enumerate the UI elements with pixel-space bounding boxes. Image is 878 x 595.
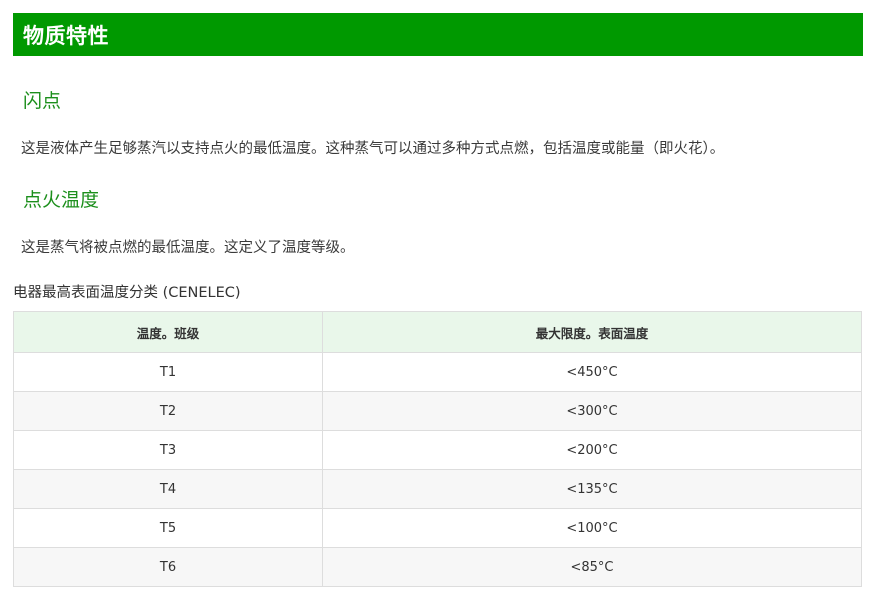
- table-row: T2 <300°C: [13, 391, 862, 431]
- table-header-row: 温度。班级 最大限度。表面温度: [13, 311, 862, 353]
- temperature-class-table: 温度。班级 最大限度。表面温度 T1 <450°C T2 <300°C T3 <…: [13, 311, 862, 587]
- max-temp-cell: <100°C: [322, 508, 862, 548]
- section-header-bar: 物质特性: [13, 13, 863, 56]
- column-header-class: 温度。班级: [13, 311, 323, 353]
- table-row: T3 <200°C: [13, 430, 862, 470]
- table-row: T1 <450°C: [13, 352, 862, 392]
- table-row: T5 <100°C: [13, 508, 862, 548]
- max-temp-cell: <300°C: [322, 391, 862, 431]
- page-title: 物质特性: [23, 23, 109, 48]
- max-temp-cell: <200°C: [322, 430, 862, 470]
- class-cell: T6: [13, 547, 323, 587]
- max-temp-cell: <450°C: [322, 352, 862, 392]
- flash-point-description: 这是液体产生足够蒸汽以支持点火的最低温度。这种蒸气可以通过多种方式点燃，包括温度…: [21, 141, 725, 157]
- max-temp-cell: <85°C: [322, 547, 862, 587]
- class-cell: T2: [13, 391, 323, 431]
- table-row: T6 <85°C: [13, 547, 862, 587]
- ignition-temperature-heading: 点火温度: [23, 189, 100, 211]
- max-temp-cell: <135°C: [322, 469, 862, 509]
- class-cell: T4: [13, 469, 323, 509]
- flash-point-heading: 闪点: [23, 90, 62, 112]
- class-cell: T3: [13, 430, 323, 470]
- table-caption: 电器最高表面温度分类 (CENELEC): [13, 285, 241, 301]
- class-cell: T5: [13, 508, 323, 548]
- table-row: T4 <135°C: [13, 469, 862, 509]
- ignition-temperature-description: 这是蒸气将被点燃的最低温度。这定义了温度等级。: [21, 240, 355, 256]
- class-cell: T1: [13, 352, 323, 392]
- column-header-max-temp: 最大限度。表面温度: [322, 311, 862, 353]
